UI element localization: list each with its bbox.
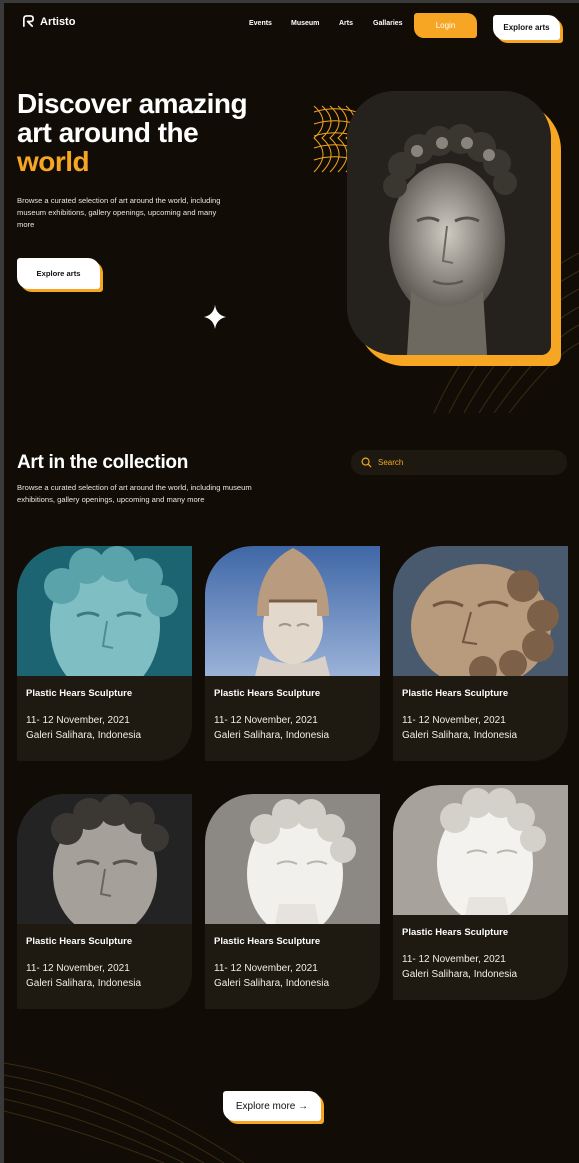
hero-description: Browse a curated selection of art around…: [17, 196, 221, 229]
card-date: 11- 12 November, 2021: [214, 715, 318, 726]
brand-logo[interactable]: Artisto: [22, 15, 75, 28]
art-card[interactable]: Plastic Hears Sculpture 11- 12 November,…: [205, 794, 380, 1009]
search-input[interactable]: Search: [351, 450, 567, 475]
hero-title: Discover amazing art around the world: [17, 88, 248, 177]
explore-more-button[interactable]: Explore more →: [223, 1091, 321, 1121]
sculpture-image: [17, 794, 192, 924]
card-location: Galeri Salihara, Indonesia: [214, 730, 330, 741]
art-card[interactable]: Plastic Hears Sculpture 11- 12 November,…: [393, 546, 568, 761]
card-date: 11- 12 November, 2021: [26, 963, 130, 974]
art-card[interactable]: Plastic Hears Sculpture 11- 12 November,…: [205, 546, 380, 761]
card-location: Galeri Salihara, Indonesia: [214, 978, 330, 989]
nav-link-gallaries[interactable]: Gallaries: [373, 20, 403, 27]
nav-link-museum[interactable]: Museum: [291, 20, 319, 27]
brand-name: Artisto: [40, 15, 76, 28]
card-title: Plastic Hears Sculpture: [214, 936, 321, 947]
art-card[interactable]: Plastic Hears Sculpture 11- 12 November,…: [393, 785, 568, 1000]
search-placeholder: Search: [378, 458, 404, 467]
card-date: 11- 12 November, 2021: [26, 715, 130, 726]
hero-explore-arts-button[interactable]: Explore arts: [17, 258, 100, 289]
search-icon: [361, 457, 372, 468]
nav-link-arts[interactable]: Arts: [339, 20, 353, 27]
collection-description: Browse a curated selection of art around…: [17, 483, 252, 504]
card-title: Plastic Hears Sculpture: [26, 936, 133, 947]
sculpture-image: [205, 794, 380, 924]
sculpture-image: [17, 546, 192, 676]
card-location: Galeri Salihara, Indonesia: [26, 730, 142, 741]
card-location: Galeri Salihara, Indonesia: [402, 969, 518, 980]
art-card[interactable]: Plastic Hears Sculpture 11- 12 November,…: [17, 546, 192, 761]
logo-icon: [23, 15, 34, 27]
hero-title-line1: Discover amazing: [17, 88, 248, 119]
nav-explore-arts-button[interactable]: Explore arts: [493, 15, 560, 40]
hero-sculpture-image: [347, 91, 551, 355]
card-location: Galeri Salihara, Indonesia: [402, 730, 518, 741]
card-date: 11- 12 November, 2021: [402, 715, 506, 726]
page: Artisto Events Museum Arts Gallaries Log…: [4, 3, 579, 1163]
sculpture-image: [393, 785, 568, 915]
card-date: 11- 12 November, 2021: [214, 963, 318, 974]
collection-title: Art in the collection: [17, 452, 189, 473]
sculpture-image: [393, 546, 568, 676]
card-title: Plastic Hears Sculpture: [402, 688, 509, 699]
sculpture-image: [205, 546, 380, 676]
sparkle-icon: [204, 305, 226, 329]
card-title: Plastic Hears Sculpture: [402, 927, 509, 938]
card-date: 11- 12 November, 2021: [402, 954, 506, 965]
card-title: Plastic Hears Sculpture: [214, 688, 321, 699]
hero-title-line2: art around the: [17, 117, 199, 148]
card-title: Plastic Hears Sculpture: [26, 688, 133, 699]
nav-link-events[interactable]: Events: [249, 20, 272, 27]
hero-title-highlight: world: [17, 146, 90, 177]
card-location: Galeri Salihara, Indonesia: [26, 978, 142, 989]
login-button[interactable]: Login: [414, 13, 477, 38]
art-card[interactable]: Plastic Hears Sculpture 11- 12 November,…: [17, 794, 192, 1009]
